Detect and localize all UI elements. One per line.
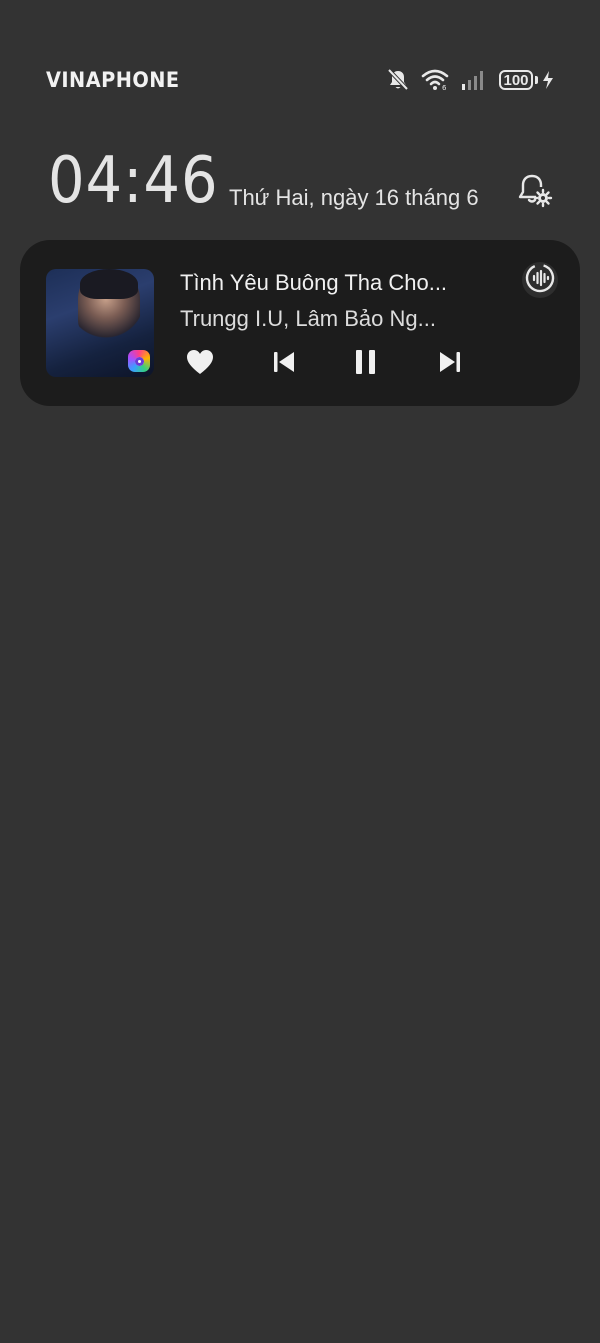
- status-icons: 6 100: [387, 66, 554, 94]
- track-title: Tình Yêu Buông Tha Cho...: [180, 270, 448, 295]
- bell-muted-icon: [387, 68, 409, 92]
- track-artist: Trungg I.U, Lâm Bảo Ng...: [180, 306, 436, 331]
- status-bar: VINAPHONE 6 100: [0, 62, 600, 98]
- pause-icon: [353, 348, 379, 381]
- audio-output-button[interactable]: [522, 262, 558, 298]
- heart-icon: [185, 348, 215, 381]
- notification-settings-icon[interactable]: [514, 170, 554, 210]
- music-app-icon: [128, 350, 150, 372]
- media-player-card[interactable]: Tình Yêu Buông Tha Cho... Trungg I.U, Lâ…: [20, 240, 580, 406]
- next-button[interactable]: [434, 348, 466, 380]
- battery-icon: 100: [499, 70, 538, 90]
- previous-button[interactable]: [268, 348, 300, 380]
- battery-level: 100: [499, 70, 533, 90]
- signal-icon: [461, 69, 487, 91]
- skip-previous-icon: [271, 349, 297, 380]
- carrier-name: VINAPHONE: [46, 68, 180, 92]
- like-button[interactable]: [184, 348, 216, 380]
- charging-icon: [542, 70, 554, 90]
- lockscreen-header: 04:46 Thứ Hai, ngày 16 tháng 6: [48, 140, 554, 220]
- pause-button[interactable]: [350, 348, 382, 380]
- album-art-hair: [80, 269, 138, 299]
- skip-next-icon: [437, 349, 463, 380]
- date-label: Thứ Hai, ngày 16 tháng 6: [229, 185, 479, 210]
- audio-output-icon: [523, 261, 557, 300]
- playback-controls: [180, 346, 470, 382]
- album-art[interactable]: [46, 269, 154, 377]
- svg-text:6: 6: [442, 84, 447, 91]
- clock: 04:46: [48, 144, 219, 218]
- wifi-icon: 6: [421, 69, 449, 91]
- battery-nub: [535, 76, 538, 84]
